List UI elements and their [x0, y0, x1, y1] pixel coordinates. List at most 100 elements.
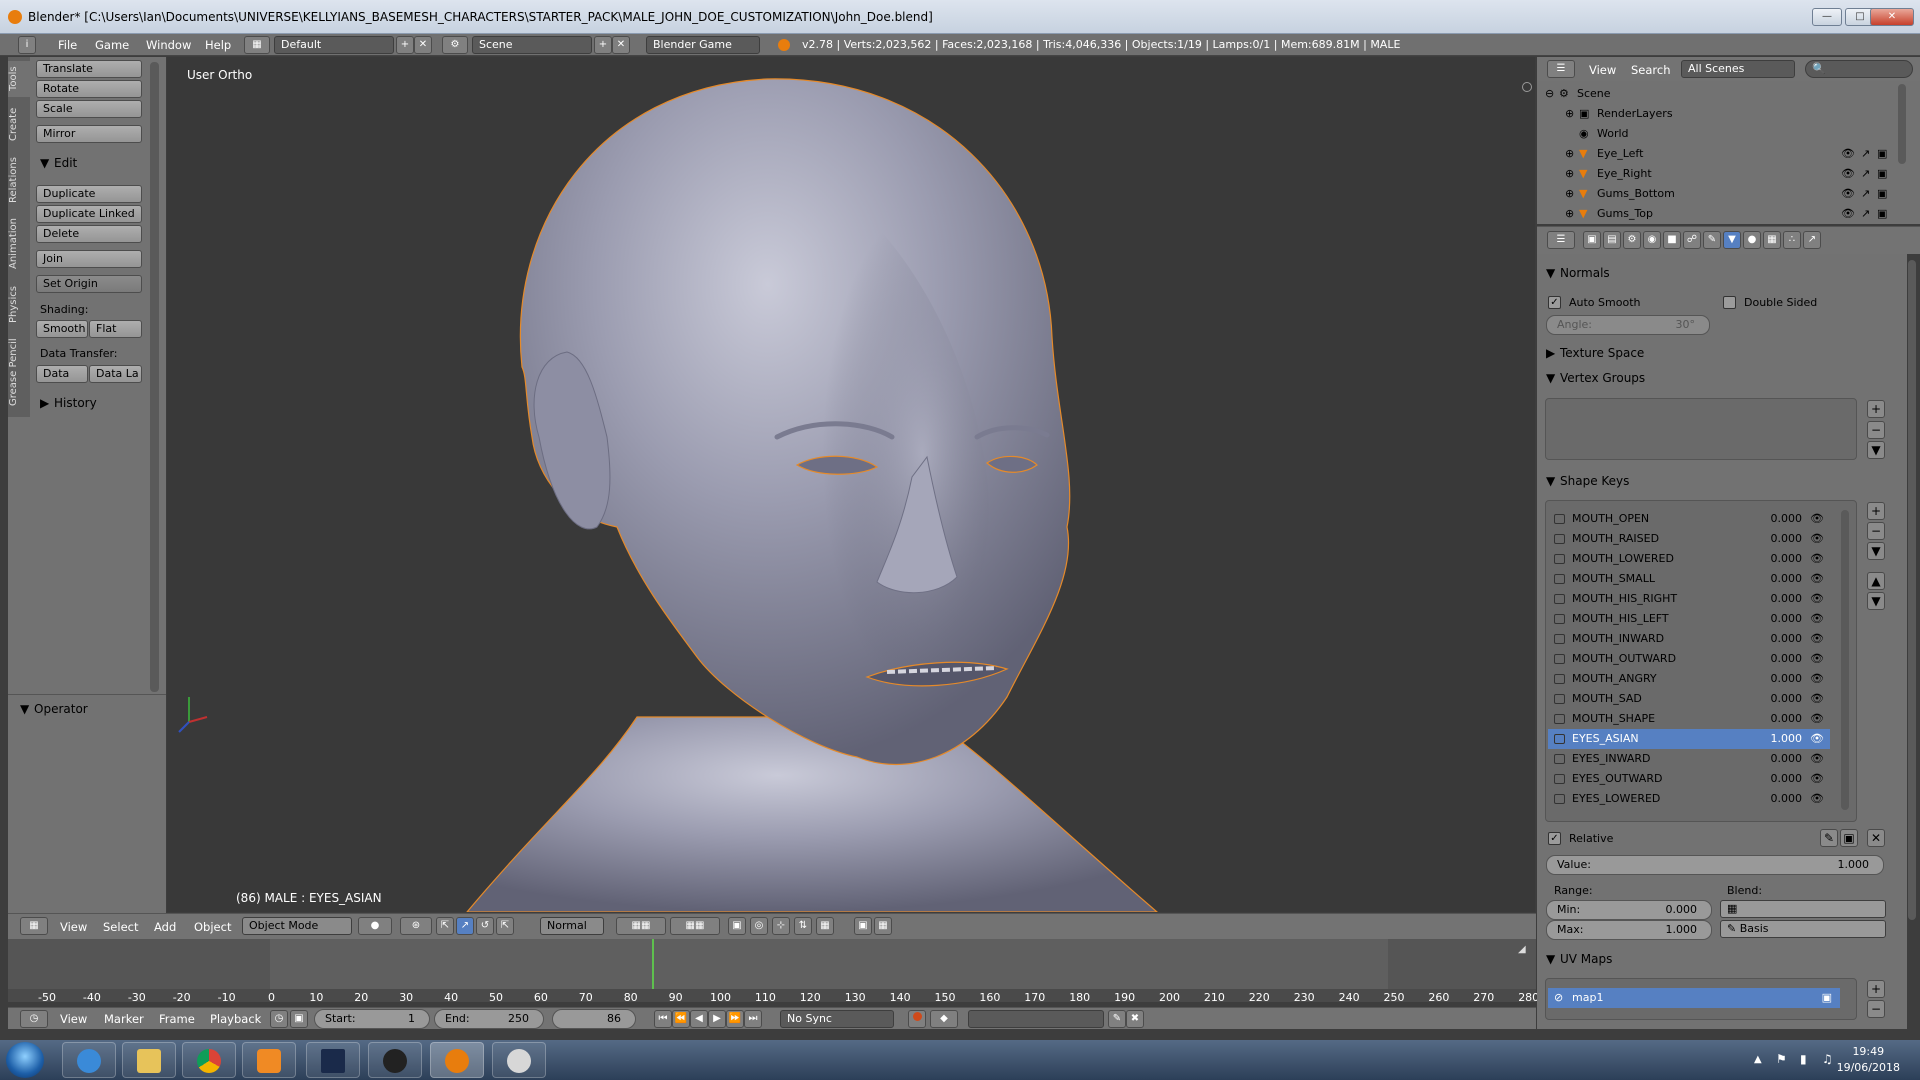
physics-tab-icon[interactable]: ↗ [1803, 231, 1821, 249]
shape-key-value[interactable]: 0.000 [1771, 689, 1803, 709]
shape-key-menu-button[interactable]: ▼ [1867, 542, 1885, 560]
vertex-group-menu-button[interactable]: ▼ [1867, 441, 1885, 459]
render-animation-icon[interactable]: ▦ [874, 917, 892, 935]
shape-key-row[interactable]: MOUTH_HIS_RIGHT 0.000 👁 [1548, 589, 1830, 609]
tool-shelf-scrollbar[interactable] [150, 62, 159, 692]
proportional-edit-icon[interactable]: ◎ [750, 917, 768, 935]
action-center-flag-icon[interactable]: ⚑ [1776, 1052, 1787, 1066]
shape-key-row[interactable]: EYES_INWARD 0.000 👁 [1548, 749, 1830, 769]
expand-icon[interactable]: ⊕ [1565, 104, 1574, 124]
menu-add[interactable]: Add [154, 920, 176, 934]
remove-uv-map-button[interactable]: − [1867, 1000, 1885, 1018]
delete-keyframe-icon[interactable]: ✖ [1126, 1010, 1144, 1028]
shape-key-row[interactable]: MOUTH_SHAPE 0.000 👁 [1548, 709, 1830, 729]
start-button[interactable] [6, 1042, 44, 1078]
constraints-tab-icon[interactable]: ☍ [1683, 231, 1701, 249]
screen-layout-field[interactable]: Default [274, 36, 394, 54]
network-icon[interactable]: ▮ [1800, 1052, 1807, 1066]
shape-key-row[interactable]: MOUTH_LOWERED 0.000 👁 [1548, 549, 1830, 569]
taskbar-blender[interactable] [430, 1042, 484, 1078]
shape-key-row[interactable]: EYES_OUTWARD 0.000 👁 [1548, 769, 1830, 789]
visibility-eye-icon[interactable]: 👁 [1841, 164, 1855, 184]
duplicate-linked-button[interactable]: Duplicate Linked [36, 205, 142, 223]
active-render-camera-icon[interactable]: ▣ [1822, 988, 1832, 1008]
mute-eye-icon[interactable]: 👁 [1810, 769, 1824, 789]
head-mesh[interactable] [167, 57, 1535, 912]
minimize-button[interactable]: — [1812, 8, 1842, 26]
shape-key-row[interactable]: MOUTH_RAISED 0.000 👁 [1548, 529, 1830, 549]
add-layout-icon[interactable]: + [396, 36, 414, 54]
double-sided-checkbox[interactable] [1723, 296, 1736, 309]
layers-grid-2-icon[interactable]: ▦▦ [670, 917, 720, 935]
taskbar-obs[interactable] [368, 1042, 422, 1078]
sync-mode-dropdown[interactable]: No Sync [780, 1010, 894, 1028]
active-keying-set-field[interactable] [968, 1010, 1104, 1028]
tab-create[interactable]: Create [8, 101, 30, 147]
tab-grease-pencil[interactable]: Grease Pencil [8, 335, 30, 409]
viewport-shading-icon[interactable]: ● [358, 917, 392, 935]
shape-key-row[interactable]: MOUTH_SAD 0.000 👁 [1548, 689, 1830, 709]
snap-target-icon[interactable]: ▦ [816, 917, 834, 935]
mute-eye-icon[interactable]: 👁 [1810, 589, 1824, 609]
expand-icon[interactable]: ⊕ [1565, 204, 1574, 224]
delete-button[interactable]: Delete [36, 225, 142, 243]
show-hidden-icons-icon[interactable]: ▲ [1754, 1054, 1762, 1065]
remove-layout-icon[interactable]: ✕ [414, 36, 432, 54]
transform-orientation-dropdown[interactable]: Normal [540, 917, 604, 935]
start-frame-field[interactable]: Start: 1 [314, 1009, 430, 1029]
timeline-expand-icon[interactable]: ◢ [1518, 944, 1532, 958]
add-uv-map-button[interactable]: + [1867, 980, 1885, 998]
outliner-search-input[interactable]: 🔍 [1805, 60, 1913, 78]
system-clock[interactable]: 19:49 19/06/2018 [1837, 1044, 1900, 1076]
data-tab-icon[interactable]: ▼ [1723, 231, 1741, 249]
scale-manipulator-icon[interactable]: ⇱ [496, 917, 514, 935]
scene-icon[interactable]: ⚙ [442, 36, 468, 54]
outliner-item-world[interactable]: ◉ World [1537, 124, 1897, 144]
texture-space-panel-header[interactable]: Texture Space [1560, 346, 1644, 360]
select-cursor-icon[interactable]: ↗ [1861, 184, 1870, 204]
move-shape-key-up-button[interactable]: ▲ [1867, 572, 1885, 590]
shape-key-value[interactable]: 0.000 [1771, 669, 1803, 689]
mute-eye-icon[interactable]: 👁 [1810, 669, 1824, 689]
menu-object[interactable]: Object [194, 920, 231, 934]
outliner-item-scene[interactable]: ⊖ ⚙ Scene [1537, 84, 1897, 104]
outliner-item-gums-top[interactable]: ⊕ ▼ Gums_Top 👁 ↗ ▣ [1537, 204, 1897, 224]
shape-key-value[interactable]: 0.000 [1771, 789, 1803, 809]
scale-button[interactable]: Scale [36, 100, 142, 118]
shape-key-value[interactable]: 0.000 [1771, 749, 1803, 769]
menu-game[interactable]: Game [95, 38, 129, 52]
shape-key-row[interactable]: MOUTH_HIS_LEFT 0.000 👁 [1548, 609, 1830, 629]
visibility-eye-icon[interactable]: 👁 [1841, 204, 1855, 224]
shape-key-value[interactable]: 0.000 [1771, 529, 1803, 549]
remove-scene-icon[interactable]: ✕ [612, 36, 630, 54]
vertex-groups-arrow-icon[interactable]: ▼ [1546, 371, 1555, 385]
manipulator-icon[interactable]: ⇱ [436, 917, 454, 935]
material-tab-icon[interactable]: ● [1743, 231, 1761, 249]
vertex-groups-list[interactable] [1545, 398, 1857, 460]
shape-key-row[interactable]: EYES_LOWERED 0.000 👁 [1548, 789, 1830, 809]
shape-key-row[interactable]: MOUTH_SMALL 0.000 👁 [1548, 569, 1830, 589]
scene-tab-icon[interactable]: ⚙ [1623, 231, 1641, 249]
menu-view[interactable]: View [60, 920, 87, 934]
visibility-eye-icon[interactable]: 👁 [1841, 144, 1855, 164]
add-scene-icon[interactable]: + [594, 36, 612, 54]
taskbar-paint[interactable] [492, 1042, 546, 1078]
jump-start-icon[interactable]: ⏮ [654, 1010, 672, 1028]
min-field[interactable]: Min: 0.000 [1546, 900, 1712, 920]
select-cursor-icon[interactable]: ↗ [1861, 144, 1870, 164]
select-cursor-icon[interactable]: ↗ [1861, 204, 1870, 224]
menu-select[interactable]: Select [103, 920, 138, 934]
remove-shape-key-button[interactable]: − [1867, 522, 1885, 540]
mute-eye-icon[interactable]: 👁 [1810, 609, 1824, 629]
shape-key-value[interactable]: 0.000 [1771, 549, 1803, 569]
vertex-groups-panel-header[interactable]: Vertex Groups [1560, 371, 1645, 385]
mute-eye-icon[interactable]: 👁 [1810, 569, 1824, 589]
shape-key-value[interactable]: 0.000 [1771, 509, 1803, 529]
menu-playback[interactable]: Playback [210, 1012, 261, 1026]
taskbar-file-explorer[interactable] [122, 1042, 176, 1078]
mute-eye-icon[interactable]: 👁 [1810, 649, 1824, 669]
shape-keys-scrollbar[interactable] [1841, 510, 1849, 810]
collapse-icon[interactable]: ⊖ [1545, 84, 1554, 104]
max-field[interactable]: Max: 1.000 [1546, 920, 1712, 940]
smooth-button[interactable]: Smooth [36, 320, 88, 338]
